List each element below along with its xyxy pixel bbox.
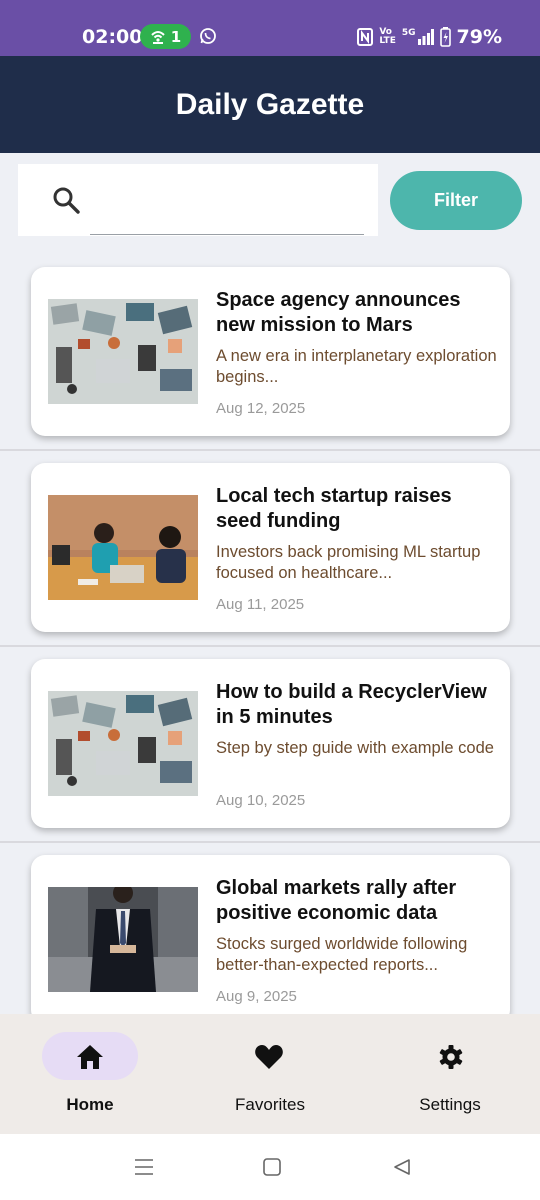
battery-icon [439, 27, 451, 47]
article-thumbnail [48, 691, 198, 796]
article-summary: A new era in interplanetary exploration … [216, 347, 497, 386]
network-type: 5G [401, 28, 416, 38]
home-button-icon[interactable] [263, 1158, 281, 1176]
article-title: Space agency announces new mission to Ma… [216, 289, 461, 336]
nav-item-settings[interactable]: Settings [360, 1014, 540, 1134]
app-bar: Daily Gazette [0, 56, 540, 153]
back-icon[interactable] [393, 1158, 411, 1176]
article-thumbnail [48, 495, 198, 600]
search-icon [53, 187, 80, 214]
gear-icon [439, 1045, 463, 1069]
status-time: 02:00 [82, 26, 143, 48]
article-card[interactable]: Local tech startup raises seed funding I… [31, 463, 510, 632]
article-date: Aug 11, 2025 [216, 596, 305, 613]
home-icon [77, 1045, 103, 1069]
app-title: Daily Gazette [175, 87, 365, 121]
hotspot-icon [151, 30, 165, 44]
whatsapp-icon [200, 28, 216, 44]
article-date: Aug 10, 2025 [216, 792, 306, 809]
nav-item-home[interactable]: Home [0, 1014, 180, 1134]
article-thumbnail [48, 887, 198, 992]
article-title: Global markets rally after positive econ… [216, 877, 457, 924]
heart-icon [255, 1045, 283, 1069]
article-card[interactable]: Space agency announces new mission to Ma… [31, 267, 510, 436]
menu-icon[interactable] [134, 1158, 154, 1176]
list-divider [0, 645, 540, 647]
article-title: Local tech startup raises seed funding [216, 485, 452, 532]
article-summary: Investors back promising ML startup focu… [216, 543, 481, 582]
search-box[interactable] [18, 164, 378, 236]
nav-item-favorites[interactable]: Favorites [180, 1014, 360, 1134]
article-title: How to build a RecyclerView in 5 minutes [216, 681, 487, 728]
nfc-icon [357, 28, 374, 46]
status-right-group: Vo LTE 5G 79% [357, 26, 502, 48]
search-underline [90, 234, 364, 235]
nav-label-home: Home [66, 1095, 114, 1114]
volte-bottom: LTE [379, 36, 396, 46]
filter-button[interactable]: Filter [390, 171, 522, 230]
article-thumbnail [48, 299, 198, 404]
article-summary: Stocks surged worldwide following better… [216, 935, 468, 974]
signal-indicator: 5G [402, 29, 434, 45]
bottom-navigation: Home Favorites Settings [0, 1014, 540, 1134]
battery-level: 79% [456, 26, 502, 48]
article-date: Aug 9, 2025 [216, 988, 297, 1005]
article-summary: Step by step guide with example code [216, 739, 494, 757]
signal-icon [417, 29, 434, 45]
list-divider [0, 841, 540, 843]
volte-indicator: Vo LTE [379, 28, 396, 46]
article-card[interactable]: Global markets rally after positive econ… [31, 855, 510, 1024]
status-bar: 02:00 1 Vo LTE 5G 79% [0, 0, 540, 56]
hotspot-count: 1 [170, 27, 182, 46]
search-input[interactable] [90, 184, 368, 226]
article-card[interactable]: How to build a RecyclerView in 5 minutes… [31, 659, 510, 828]
nav-label-favorites: Favorites [235, 1095, 305, 1114]
list-divider [0, 449, 540, 451]
nav-label-settings: Settings [419, 1095, 481, 1114]
hotspot-indicator: 1 [140, 24, 191, 49]
system-navigation-bar [0, 1134, 540, 1200]
article-date: Aug 12, 2025 [216, 400, 306, 417]
